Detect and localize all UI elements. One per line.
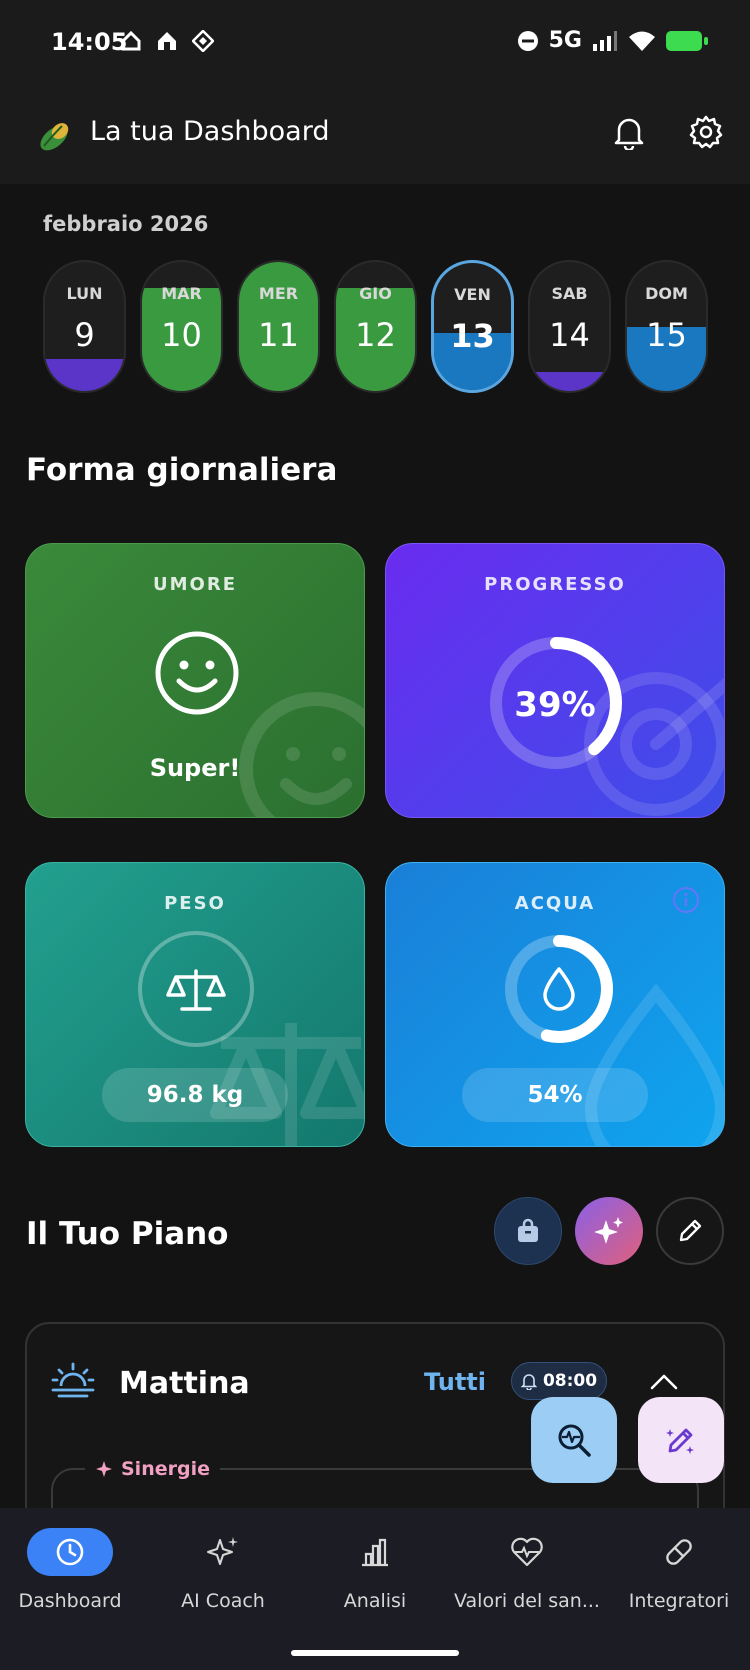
morning-title: Mattina [119,1366,250,1401]
progress-value: 39% [514,685,596,725]
nav-item-health-values[interactable]: Valori del san... [452,1528,602,1612]
bottom-navigation: Dashboard AI Coach Analisi Valori del sa… [0,1508,750,1670]
day-pill-dom[interactable]: DOM 15 [625,260,708,393]
nav-label: Valori del san... [454,1590,600,1612]
sparkle-small-icon [96,1461,112,1477]
wifi-icon [629,31,655,51]
daily-section-title: Forma giornaliera [26,452,338,488]
bar-chart-icon [332,1528,418,1576]
dnd-icon [517,30,538,51]
app-logo-icon [40,123,69,151]
calendar-month: febbraio 2026 [43,212,209,236]
filter-all-link[interactable]: Tutti [424,1368,486,1396]
scale-icon [138,931,254,1047]
bell-small-icon [520,1373,537,1390]
home-filled-icon [158,32,176,50]
day-name: GIO [359,284,392,303]
shopping-bag-icon [518,1218,538,1242]
sparkles-nav-icon [180,1528,266,1576]
weight-value: 96.8 kg [102,1068,288,1122]
progress-label: PROGRESSO [484,574,626,595]
day-name: MAR [161,284,202,303]
home-indicator [291,1650,459,1656]
water-drop-icon [543,967,575,1011]
day-name: DOM [645,284,688,303]
day-pill-mar[interactable]: MAR 10 [140,260,223,393]
mood-card[interactable]: UMORE Super! [25,543,365,818]
nav-item-analisi[interactable]: Analisi [300,1528,450,1612]
health-scan-fab[interactable] [531,1397,617,1483]
ai-generate-button[interactable] [575,1197,643,1265]
status-time: 14:05 [51,28,128,56]
mood-watermark-icon [239,692,364,817]
sparkles-icon [594,1217,623,1244]
water-value: 54% [462,1068,648,1122]
day-name: SAB [551,284,588,303]
app-header: La tua Dashboard [0,88,750,184]
nav-label: Dashboard [18,1590,122,1612]
signal-icon [593,30,617,51]
nav-item-integratori[interactable]: Integratori [604,1528,750,1612]
nav-label: AI Coach [181,1590,265,1612]
day-pill-sab[interactable]: SAB 14 [528,260,611,393]
pill-icon [636,1528,722,1576]
day-fill [45,358,124,391]
day-number: 11 [258,316,299,354]
magic-pen-icon [666,1428,694,1454]
water-ring [505,935,613,1043]
chevron-up-icon[interactable] [649,1372,679,1392]
day-pill-ven[interactable]: VEN 13 [431,260,514,393]
plan-section-title: Il Tuo Piano [26,1216,229,1252]
day-number: 12 [355,316,396,354]
heart-pulse-icon [484,1528,570,1576]
day-fill [530,371,609,391]
progress-card[interactable]: PROGRESSO 39% [385,543,725,818]
nav-item-dashboard[interactable]: Dashboard [0,1528,145,1612]
day-number: 15 [646,316,687,354]
nav-label: Integratori [628,1590,730,1612]
day-name: MER [258,284,299,303]
network-type: 5G [548,28,582,53]
week-day-strip: LUN 9 MAR 10 MER 11 GIO 12 VEN 13 SAB 14 DOM 15 [43,260,708,393]
mood-value: Super! [149,754,241,782]
day-number: 10 [161,316,202,354]
pencil-icon [679,1219,702,1242]
day-pill-gio[interactable]: GIO 12 [334,260,417,393]
day-number: 9 [74,316,95,354]
diamond-icon [192,30,214,52]
nav-label: Analisi [343,1590,407,1612]
day-name: LUN [66,284,103,303]
water-label: ACQUA [514,893,596,914]
synergy-label: Sinergie [85,1458,220,1480]
page-title: La tua Dashboard [90,116,330,147]
nav-item-ai-coach[interactable]: AI Coach [148,1528,298,1612]
reminder-time-badge[interactable]: 08:00 [511,1362,607,1400]
edit-plan-button[interactable] [656,1197,724,1265]
notification-bell-icon[interactable] [612,114,646,150]
day-number: 14 [549,316,590,354]
shop-button[interactable] [494,1197,562,1265]
weight-label: PESO [164,893,226,914]
home-icon [121,30,141,51]
day-name: VEN [454,285,491,304]
clock-icon [27,1528,113,1576]
reminder-time: 08:00 [542,1371,598,1391]
day-pill-mer[interactable]: MER 11 [237,260,320,393]
smiley-icon [155,631,239,715]
status-bar: 14:05 5G [0,0,750,88]
day-number: 13 [450,317,495,355]
sunrise-icon [51,1362,95,1398]
water-card[interactable]: ACQUA 54% [385,862,725,1147]
settings-gear-icon[interactable] [688,114,724,150]
day-pill-lun[interactable]: LUN 9 [43,260,126,393]
edit-fab[interactable] [638,1397,724,1483]
weight-card[interactable]: PESO 96.8 kg [25,862,365,1147]
battery-charging-icon [666,30,708,51]
search-pulse-icon [558,1424,591,1457]
mood-label: UMORE [153,574,237,595]
